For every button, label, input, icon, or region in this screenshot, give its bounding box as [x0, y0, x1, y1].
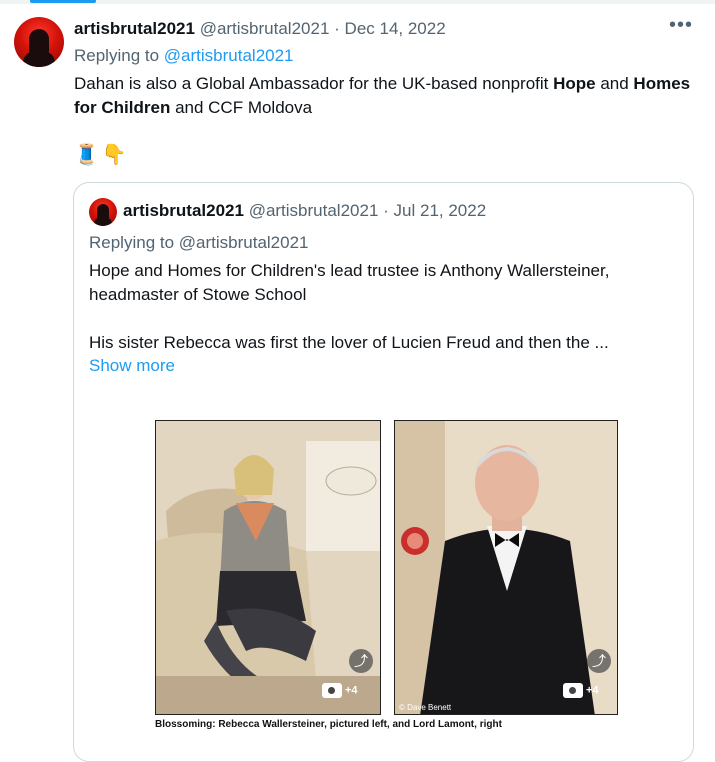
display-name[interactable]: artisbrutal2021	[74, 19, 195, 38]
photo-count-right: +4	[586, 684, 599, 697]
media-image[interactable]: ⤴ +4 ⤴ +4 © Dave Benett Blossoming: Rebe…	[155, 420, 618, 740]
more-horizontal-icon[interactable]: •••	[669, 14, 693, 37]
handle[interactable]: @artisbrutal2021	[200, 19, 330, 38]
camera-count[interactable]: +4	[322, 683, 358, 703]
quote-header: artisbrutal2021 @artisbrutal2021 · Jul 2…	[123, 201, 486, 221]
show-more-link[interactable]: Show more	[89, 356, 175, 376]
top-accent-bar	[30, 0, 96, 3]
photo-right-illustration	[395, 421, 617, 714]
quote-avatar[interactable]	[89, 198, 117, 226]
emoji-row: 🧵 👇	[74, 142, 127, 167]
timestamp[interactable]: Dec 14, 2022	[345, 19, 446, 38]
tweet-text-part: and	[595, 74, 634, 93]
quote-paragraph: Hope and Homes for Children's lead trust…	[89, 261, 610, 304]
tweet-text-bold: Hope	[553, 74, 596, 93]
quote-paragraph: His sister Rebecca was first the lover o…	[89, 333, 609, 352]
photo-left[interactable]: ⤴ +4	[155, 420, 381, 715]
avatar[interactable]	[14, 17, 64, 67]
replying-to: Replying to @artisbrutal2021	[74, 46, 294, 66]
photo-count-left: +4	[345, 684, 358, 697]
quoted-tweet-card[interactable]: artisbrutal2021 @artisbrutal2021 · Jul 2…	[73, 182, 694, 762]
quote-replying-to: Replying to @artisbrutal2021	[89, 233, 309, 252]
thread-emoji: 🧵	[74, 144, 99, 166]
share-icon[interactable]: ⤴	[349, 649, 373, 673]
quote-text: Hope and Homes for Children's lead trust…	[89, 259, 679, 379]
camera-count[interactable]: +4	[563, 683, 599, 703]
tweet-text: Dahan is also a Global Ambassador for th…	[74, 72, 694, 120]
pointing-down-emoji: 👇	[101, 144, 127, 166]
photo-credit: © Dave Benett	[399, 703, 452, 712]
replying-handle-link[interactable]: @artisbrutal2021	[164, 46, 294, 65]
quote-handle[interactable]: @artisbrutal2021	[249, 201, 379, 220]
photo-left-illustration	[156, 421, 380, 714]
tweet-header: artisbrutal2021 @artisbrutal2021 · Dec 1…	[74, 19, 446, 39]
quote-display-name[interactable]: artisbrutal2021	[123, 201, 244, 220]
dot-separator: ·	[334, 19, 340, 38]
camera-icon	[563, 683, 583, 698]
quote-timestamp[interactable]: Jul 21, 2022	[394, 201, 487, 220]
replying-prefix: Replying to	[74, 46, 160, 65]
tweet-text-part: and CCF Moldova	[170, 98, 313, 117]
tweet-text-part: Dahan is also a Global Ambassador for th…	[74, 74, 554, 93]
top-divider	[0, 0, 715, 4]
quote-dot-separator: ·	[383, 201, 389, 220]
media-caption: Blossoming: Rebecca Wallersteiner, pictu…	[155, 719, 502, 730]
camera-icon	[322, 683, 342, 698]
share-icon[interactable]: ⤴	[587, 649, 611, 673]
photo-right[interactable]: ⤴ +4 © Dave Benett	[394, 420, 618, 715]
